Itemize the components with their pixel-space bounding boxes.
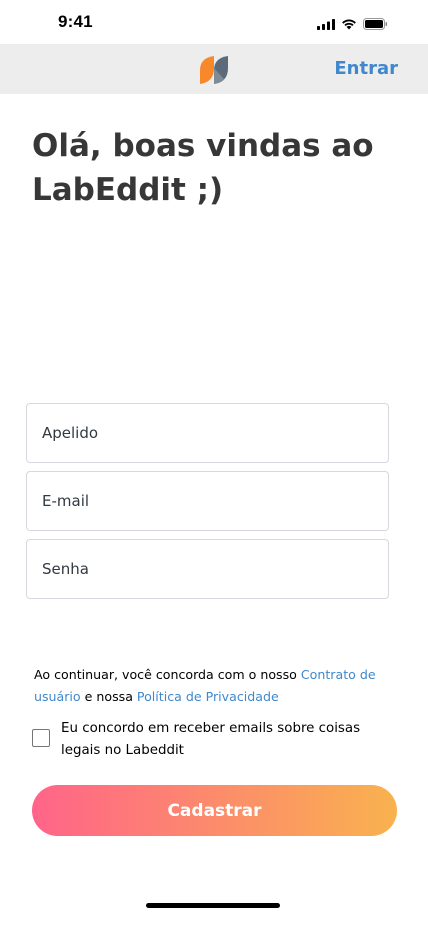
newsletter-label: Eu concordo em receber emails sobre cois… [61,721,361,758]
signup-button[interactable]: Cadastrar [32,785,397,836]
nickname-input[interactable] [27,404,388,462]
password-field[interactable] [26,539,389,599]
newsletter-consent: Eu concordo em receber emails sobre cois… [32,718,402,762]
status-bar: 9:41 [0,0,428,44]
password-input[interactable] [27,540,388,598]
battery-icon [363,15,388,34]
terms-text: Ao continuar, você concorda com o nosso … [34,664,402,708]
wifi-icon [341,15,357,34]
home-indicator [146,903,280,908]
signal-icon [317,15,335,34]
terms-prefix: Ao continuar, você concorda com o nosso [34,667,301,682]
terms-middle: e nossa [80,689,137,704]
app-header: Entrar [0,44,428,94]
email-field[interactable] [26,471,389,531]
email-input[interactable] [27,472,388,530]
status-icons [317,15,388,34]
nickname-field[interactable] [26,403,389,463]
newsletter-checkbox[interactable] [32,729,50,747]
page-title: Olá, boas vindas ao LabEddit ;) [32,128,374,208]
login-link[interactable]: Entrar [334,58,398,79]
privacy-policy-link[interactable]: Política de Privacidade [137,689,279,704]
labeddit-logo [198,54,230,86]
status-time: 9:41 [58,12,93,31]
